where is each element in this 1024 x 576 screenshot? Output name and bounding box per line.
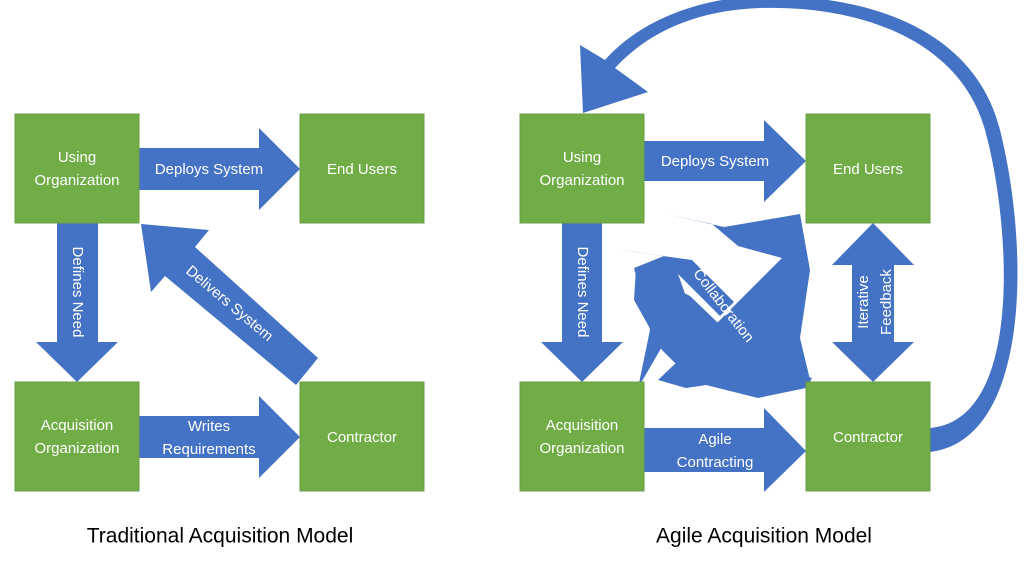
edge-label: Delivers System [182, 262, 276, 345]
edge-label: Feedback [878, 269, 895, 335]
node-using-organization [519, 113, 645, 224]
agile-caption: Agile Acquisition Model [656, 525, 872, 548]
edge-label: Requirements [162, 441, 255, 458]
node-label: Organization [539, 172, 624, 189]
node-label: Acquisition [546, 417, 619, 434]
node-label: Organization [34, 440, 119, 457]
edge-label: Agile [698, 431, 731, 448]
node-label: Using [563, 149, 601, 166]
node-label: Contractor [327, 429, 397, 446]
node-label: Using [58, 149, 96, 166]
node-label: Acquisition [41, 417, 114, 434]
agile-model: Using Organization End Users Acquisition… [519, 0, 1018, 548]
node-label: End Users [327, 161, 397, 178]
edge-label: Contracting [677, 454, 754, 471]
edge-label: Iterative [855, 275, 872, 328]
node-label: End Users [833, 161, 903, 178]
diagram-canvas: Using Organization End Users Acquisition… [14, 0, 1018, 548]
edge-label: Defines Need [574, 247, 591, 338]
traditional-model: Using Organization End Users Acquisition… [14, 113, 425, 548]
agile-contracting-arrow [644, 408, 806, 492]
edge-label: Defines Need [69, 247, 86, 338]
node-label: Contractor [833, 429, 903, 446]
writes-requirements-arrow [139, 396, 300, 478]
node-acquisition-organization [519, 381, 645, 492]
traditional-caption: Traditional Acquisition Model [87, 525, 354, 548]
edge-label: Deploys System [661, 153, 769, 170]
iterative-feedback-arrow [832, 223, 914, 382]
node-label: Organization [539, 440, 624, 457]
edge-label: Writes [188, 418, 230, 435]
node-using-organization [14, 113, 140, 224]
node-acquisition-organization [14, 381, 140, 492]
edge-label: Continuous Delivery [713, 19, 848, 36]
node-label: Organization [34, 172, 119, 189]
edge-label: Deploys System [155, 161, 263, 178]
